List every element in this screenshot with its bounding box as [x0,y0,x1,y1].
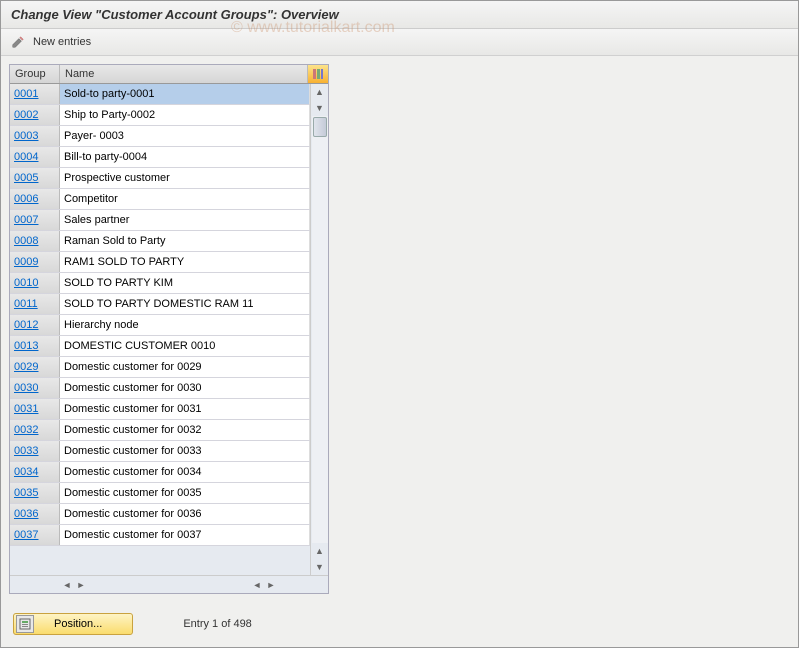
table-row[interactable]: 0004Bill-to party-0004 [10,147,310,168]
table-row[interactable]: 0013DOMESTIC CUSTOMER 0010 [10,336,310,357]
scroll-up-end-icon[interactable]: ▲ [312,543,328,559]
group-cell[interactable]: 0003 [10,126,60,146]
table-row[interactable]: 0034Domestic customer for 0034 [10,462,310,483]
table-header-row: Group Name [10,65,328,84]
name-cell[interactable]: Payer- 0003 [60,126,310,146]
group-cell[interactable]: 0002 [10,105,60,125]
group-cell[interactable]: 0007 [10,210,60,230]
table-row[interactable]: 0006Competitor [10,189,310,210]
new-entries-button[interactable]: New entries [33,36,91,48]
scroll-down-end-icon[interactable]: ▼ [312,559,328,575]
name-cell[interactable]: Domestic customer for 0037 [60,525,310,545]
group-cell[interactable]: 0029 [10,357,60,377]
group-cell[interactable]: 0005 [10,168,60,188]
table-row[interactable]: 0010SOLD TO PARTY KIM [10,273,310,294]
toggle-edit-icon[interactable] [9,33,27,51]
name-cell[interactable]: Domestic customer for 0035 [60,483,310,503]
table-row[interactable]: 0003Payer- 0003 [10,126,310,147]
footer: Position... Entry 1 of 498 [13,613,252,635]
group-cell[interactable]: 0008 [10,231,60,251]
scroll-up-icon[interactable]: ▲ [312,84,328,100]
name-cell[interactable]: Competitor [60,189,310,209]
table-row[interactable]: 0032Domestic customer for 0032 [10,420,310,441]
group-cell[interactable]: 0013 [10,336,60,356]
table-row[interactable]: 0001Sold-to party-0001 [10,84,310,105]
group-cell[interactable]: 0009 [10,252,60,272]
horizontal-scrollbar[interactable]: ◄ ► ◄ ► [10,575,328,593]
group-cell[interactable]: 0004 [10,147,60,167]
scroll-down-icon[interactable]: ▼ [312,100,328,116]
name-cell[interactable]: Sales partner [60,210,310,230]
table-settings-icon[interactable] [308,65,328,83]
table-row[interactable]: 0008Raman Sold to Party [10,231,310,252]
name-cell[interactable]: Hierarchy node [60,315,310,335]
group-cell[interactable]: 0037 [10,525,60,545]
right-pane [339,64,790,594]
name-cell[interactable]: Bill-to party-0004 [60,147,310,167]
table-row[interactable]: 0036Domestic customer for 0036 [10,504,310,525]
column-header-name[interactable]: Name [60,65,308,83]
table-row[interactable]: 0009RAM1 SOLD TO PARTY [10,252,310,273]
position-button[interactable]: Position... [13,613,133,635]
column-header-group[interactable]: Group [10,65,60,83]
scroll-left-icon[interactable]: ◄ [60,578,74,592]
group-cell[interactable]: 0011 [10,294,60,314]
page-title: Change View "Customer Account Groups": O… [1,1,798,29]
scroll-thumb[interactable] [313,117,327,137]
table-row[interactable]: 0029Domestic customer for 0029 [10,357,310,378]
name-cell[interactable]: Raman Sold to Party [60,231,310,251]
scroll-left-end-icon[interactable]: ◄ [250,578,264,592]
name-cell[interactable]: Domestic customer for 0034 [60,462,310,482]
position-button-label: Position... [54,618,102,630]
name-cell[interactable]: Ship to Party-0002 [60,105,310,125]
name-cell[interactable]: Domestic customer for 0029 [60,357,310,377]
vertical-scrollbar[interactable]: ▲ ▼ ▲ ▼ [310,84,328,575]
group-cell[interactable]: 0031 [10,399,60,419]
main-content: Group Name 0001Sold-to party-00010002Shi… [1,56,798,602]
scroll-right-icon[interactable]: ► [74,578,88,592]
group-cell[interactable]: 0012 [10,315,60,335]
group-cell[interactable]: 0036 [10,504,60,524]
scroll-right-end-icon[interactable]: ► [264,578,278,592]
group-cell[interactable]: 0010 [10,273,60,293]
name-cell[interactable]: Domestic customer for 0030 [60,378,310,398]
table-row[interactable]: 0007Sales partner [10,210,310,231]
entry-status: Entry 1 of 498 [183,618,252,630]
group-cell[interactable]: 0030 [10,378,60,398]
group-cell[interactable]: 0032 [10,420,60,440]
account-groups-table: Group Name 0001Sold-to party-00010002Shi… [9,64,329,594]
scroll-track[interactable] [312,116,328,543]
table-row[interactable]: 0030Domestic customer for 0030 [10,378,310,399]
name-cell[interactable]: SOLD TO PARTY DOMESTIC RAM 11 [60,294,310,314]
group-cell[interactable]: 0035 [10,483,60,503]
name-cell[interactable]: Domestic customer for 0033 [60,441,310,461]
name-cell[interactable]: SOLD TO PARTY KIM [60,273,310,293]
position-icon [16,615,34,633]
table-row[interactable]: 0005Prospective customer [10,168,310,189]
name-cell[interactable]: Domestic customer for 0032 [60,420,310,440]
group-cell[interactable]: 0034 [10,462,60,482]
toolbar: New entries [1,29,798,56]
name-cell[interactable]: Prospective customer [60,168,310,188]
table-row[interactable]: 0002Ship to Party-0002 [10,105,310,126]
table-row[interactable]: 0033Domestic customer for 0033 [10,441,310,462]
table-row[interactable]: 0011SOLD TO PARTY DOMESTIC RAM 11 [10,294,310,315]
group-cell[interactable]: 0001 [10,84,60,104]
name-cell[interactable]: DOMESTIC CUSTOMER 0010 [60,336,310,356]
table-row[interactable]: 0012Hierarchy node [10,315,310,336]
name-cell[interactable]: Sold-to party-0001 [60,84,310,104]
name-cell[interactable]: RAM1 SOLD TO PARTY [60,252,310,272]
group-cell[interactable]: 0033 [10,441,60,461]
table-row[interactable]: 0035Domestic customer for 0035 [10,483,310,504]
table-row[interactable]: 0037Domestic customer for 0037 [10,525,310,546]
name-cell[interactable]: Domestic customer for 0036 [60,504,310,524]
group-cell[interactable]: 0006 [10,189,60,209]
table-row[interactable]: 0031Domestic customer for 0031 [10,399,310,420]
name-cell[interactable]: Domestic customer for 0031 [60,399,310,419]
